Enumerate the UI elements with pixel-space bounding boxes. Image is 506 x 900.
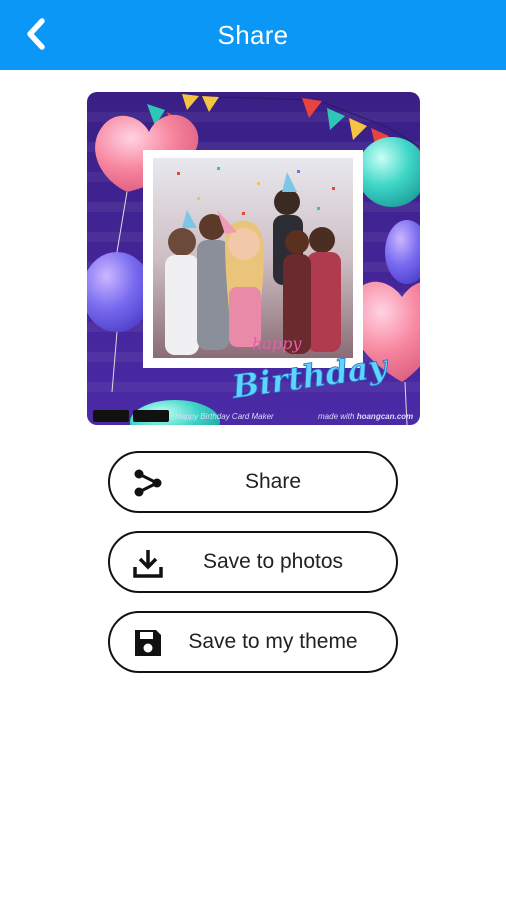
save-to-photos-button[interactable]: Save to photos: [108, 531, 398, 593]
save-disk-icon: [130, 625, 166, 661]
save-to-my-theme-button[interactable]: Save to my theme: [108, 611, 398, 673]
svg-text:happy: happy: [252, 334, 302, 353]
save-to-photos-label: Save to photos: [202, 550, 344, 573]
page-title: Share: [217, 20, 289, 50]
share-icon: [130, 465, 166, 501]
card-footer-left: Happy Birthday Card Maker: [175, 412, 274, 421]
save-to-my-theme-label: Save to my theme: [188, 630, 358, 653]
card-footer-brand: hoangcan.com: [356, 412, 414, 421]
share-button-label: Share: [244, 470, 302, 493]
app-bar: Share: [0, 0, 506, 70]
card-footer-made-with: made with hoangcan.com: [318, 412, 414, 421]
share-button[interactable]: Share: [108, 451, 398, 513]
card-preview: happy Birthday: [87, 92, 420, 425]
download-icon: [130, 545, 166, 581]
